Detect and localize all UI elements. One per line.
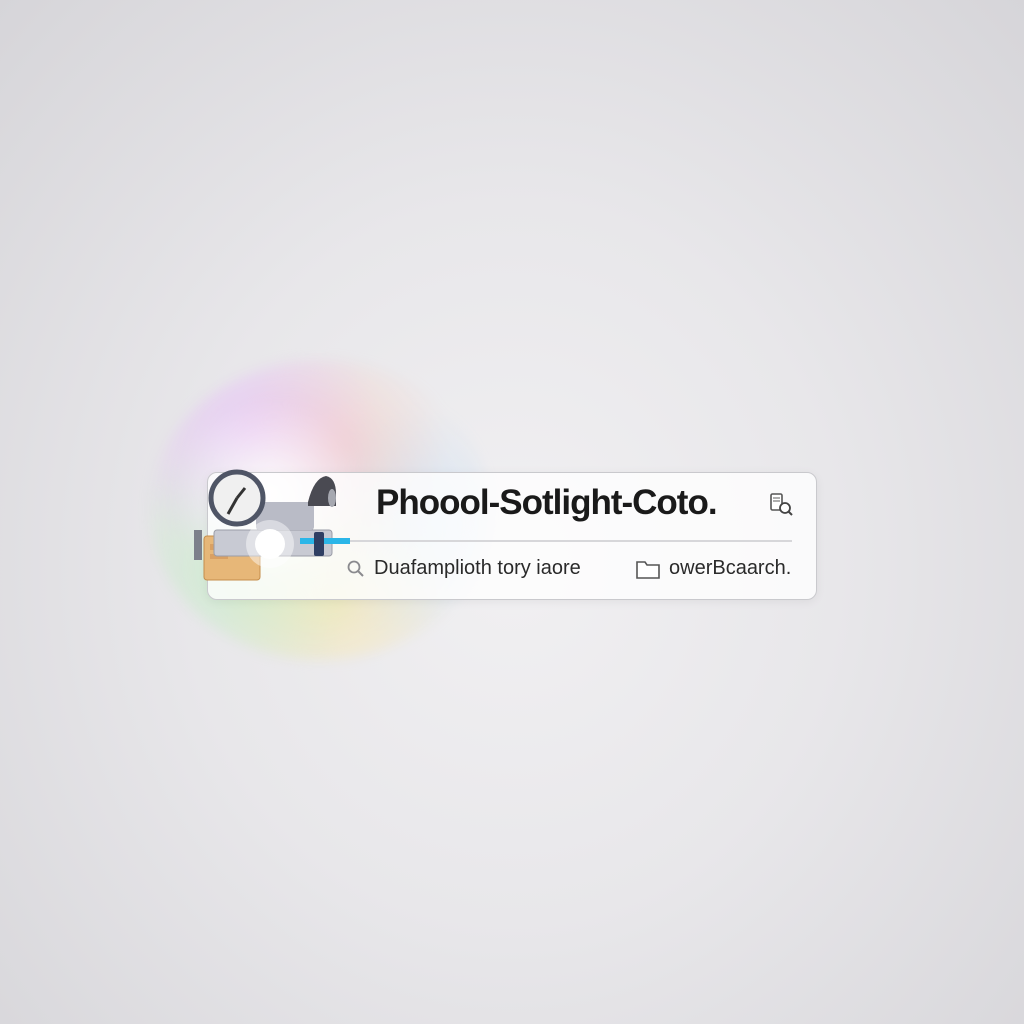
result-label: owerBcaarch.: [669, 557, 792, 579]
result-item-search[interactable]: Duafamplioth tory iaore: [346, 557, 581, 580]
spotlight-title: Phoool-Sotlight-Coto.: [376, 483, 718, 522]
search-tools-illustration-icon: [190, 462, 350, 592]
folder-icon: [636, 560, 660, 579]
result-label: Duafamplioth tory iaore: [374, 557, 581, 579]
app-preview-icon[interactable]: [768, 491, 794, 517]
result-item-folder[interactable]: owerBcaarch.: [635, 557, 791, 580]
